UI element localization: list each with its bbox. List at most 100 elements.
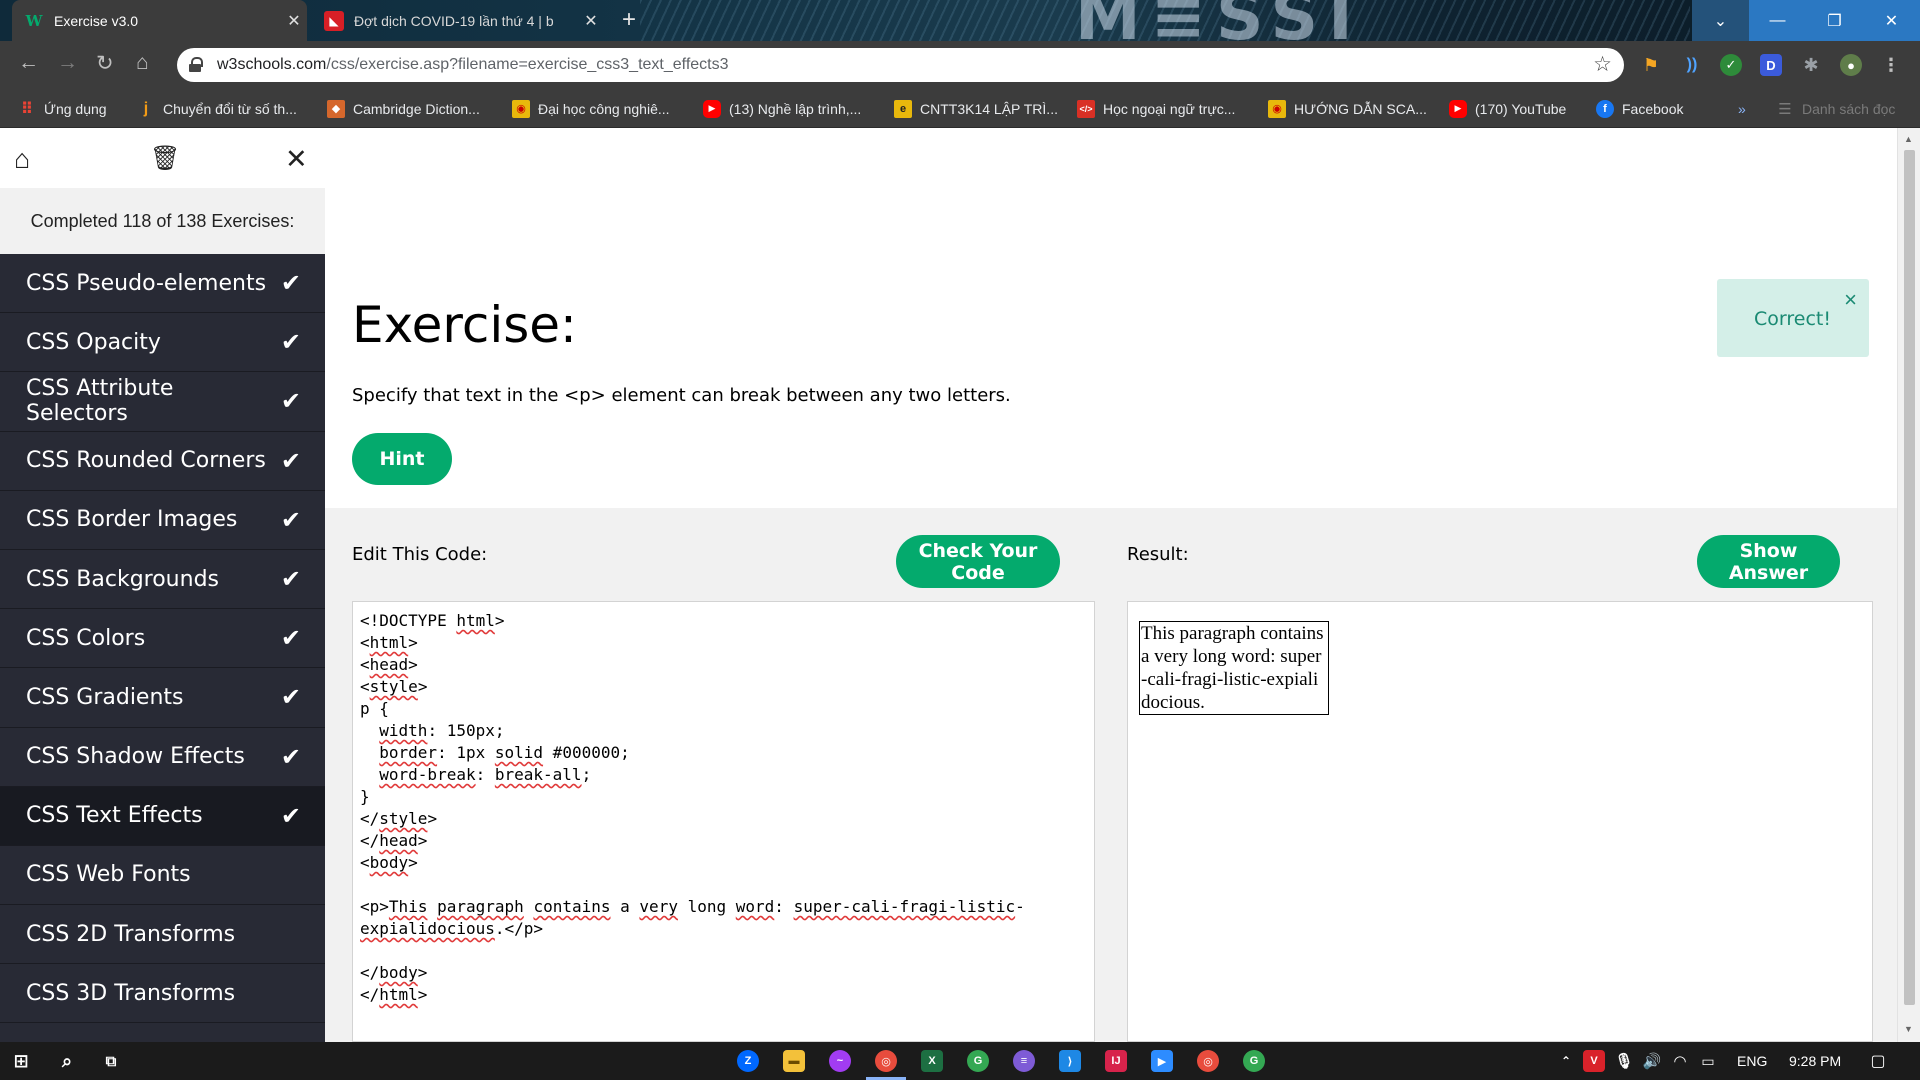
bookmark-item[interactable]: j Chuyển đổi từ số th... bbox=[137, 89, 297, 128]
scroll-down-arrow-icon[interactable]: ▼ bbox=[1904, 1024, 1913, 1034]
check-code-button[interactable]: Check Your Code bbox=[896, 535, 1060, 588]
checkmark-icon: ✔ bbox=[280, 801, 301, 830]
tab-exercise[interactable]: W Exercise v3.0 ✕ bbox=[12, 0, 307, 41]
messenger-icon[interactable]: ~ bbox=[829, 1050, 851, 1072]
menu-label: CSS Rounded Corners bbox=[26, 448, 266, 474]
new-tab-button[interactable]: + bbox=[622, 6, 636, 34]
vscode-icon[interactable]: ⟩ bbox=[1059, 1050, 1081, 1072]
zoom-icon[interactable]: ▶ bbox=[1151, 1050, 1173, 1072]
bookmark-item[interactable]: e CNTT3K14 LẬP TRÌ... bbox=[894, 89, 1058, 128]
code-line: </style> bbox=[360, 808, 1087, 830]
search-icon[interactable]: ⌕ bbox=[56, 1050, 78, 1072]
volume-icon[interactable]: 🔊 bbox=[1641, 1050, 1663, 1072]
tab-search-icon[interactable]: ⌄ bbox=[1692, 0, 1749, 41]
grammarly-icon[interactable]: G bbox=[967, 1050, 989, 1072]
sidebar-item-text-effects[interactable]: CSS Text Effects ✔ bbox=[0, 786, 325, 846]
excel-icon[interactable]: X bbox=[921, 1050, 943, 1072]
tab-covid[interactable]: ◣ Đợt dịch COVID-19 lần thứ 4 | b ✕ bbox=[312, 0, 604, 41]
tray-chevron-icon[interactable]: ⌃ bbox=[1555, 1050, 1577, 1072]
back-arrow-icon[interactable]: ← bbox=[18, 51, 39, 75]
reading-list-icon: ☰ bbox=[1778, 100, 1792, 118]
hint-button[interactable]: Hint bbox=[352, 433, 452, 485]
sidebar-item-border-images[interactable]: CSS Border Images ✔ bbox=[0, 491, 325, 550]
code-line-answer: word-break: break-all; bbox=[360, 764, 1087, 786]
bookmark-label: (13) Nghề lập trình,... bbox=[729, 100, 862, 117]
sidebar-item-opacity[interactable]: CSS Opacity ✔ bbox=[0, 313, 325, 373]
reading-list-button[interactable]: ☰ Danh sách đọc bbox=[1776, 89, 1895, 128]
correct-toast: Correct! × bbox=[1717, 279, 1869, 357]
language-indicator[interactable]: ENG bbox=[1737, 1053, 1767, 1069]
sidebar-item-web-fonts[interactable]: CSS Web Fonts bbox=[0, 846, 325, 906]
close-icon[interactable]: ✕ bbox=[281, 11, 307, 31]
chrome-icon[interactable]: ◎ bbox=[875, 1050, 897, 1072]
sidebar-item-2d-transforms[interactable]: CSS 2D Transforms bbox=[0, 905, 325, 965]
code-editor[interactable]: <!DOCTYPE html> <html> <head> <style> p … bbox=[352, 601, 1095, 1042]
scroll-up-arrow-icon[interactable]: ▲ bbox=[1904, 134, 1913, 144]
sidebar-item-rounded-corners[interactable]: CSS Rounded Corners ✔ bbox=[0, 432, 325, 491]
close-window-button[interactable]: ✕ bbox=[1863, 0, 1920, 41]
grammarly-icon[interactable]: G bbox=[1243, 1050, 1265, 1072]
extension-grammarly-icon[interactable]: ✓ bbox=[1720, 54, 1742, 76]
zalo-icon[interactable]: Z bbox=[737, 1050, 759, 1072]
battery-icon[interactable]: ▭ bbox=[1697, 1050, 1719, 1072]
menu-label: CSS Opacity bbox=[26, 329, 161, 355]
sidebar-item-shadow-effects[interactable]: CSS Shadow Effects ✔ bbox=[0, 728, 325, 787]
sidebar-item-3d-transforms[interactable]: CSS 3D Transforms bbox=[0, 964, 325, 1024]
bookmark-star-icon[interactable]: ☆ bbox=[1593, 52, 1612, 77]
close-icon[interactable]: ✕ bbox=[285, 144, 308, 175]
wifi-icon[interactable]: ◠ bbox=[1669, 1050, 1691, 1072]
bookmark-item[interactable]: ▶ (13) Nghề lập trình,... bbox=[703, 89, 861, 128]
bookmark-item[interactable]: f Facebook bbox=[1596, 89, 1683, 128]
profile-avatar[interactable]: ● bbox=[1840, 54, 1862, 76]
scroll-thumb[interactable] bbox=[1904, 150, 1915, 1005]
extension-d-icon[interactable]: D bbox=[1760, 54, 1782, 76]
code-line: width: 150px; bbox=[360, 720, 1087, 742]
menu-dots-icon[interactable]: ⋮ bbox=[1880, 54, 1902, 76]
code-line: </body> bbox=[360, 962, 1087, 984]
extension-audio-icon[interactable]: )) bbox=[1681, 54, 1703, 76]
bookmark-item[interactable]: </> Học ngoại ngữ trực... bbox=[1077, 89, 1235, 128]
page-scrollbar[interactable]: ▲ ▼ bbox=[1897, 128, 1920, 1042]
chrome-icon[interactable]: ◎ bbox=[1197, 1050, 1219, 1072]
minimize-button[interactable]: — bbox=[1749, 0, 1806, 41]
reload-icon[interactable]: ↻ bbox=[96, 51, 114, 76]
show-answer-button[interactable]: Show Answer bbox=[1697, 535, 1840, 588]
home-icon[interactable]: ⌂ bbox=[14, 144, 30, 175]
file-explorer-icon[interactable]: ▬ bbox=[783, 1050, 805, 1072]
sidebar-item-backgrounds[interactable]: CSS Backgrounds ✔ bbox=[0, 550, 325, 610]
bookmark-label: Cambridge Diction... bbox=[353, 100, 480, 117]
code-text: </html> bbox=[360, 985, 428, 1004]
home-icon[interactable]: ⌂ bbox=[136, 51, 149, 75]
task-view-icon[interactable]: ⧉ bbox=[100, 1050, 122, 1072]
exercise-workspace: Edit This Code: Check Your Code Result: … bbox=[325, 508, 1897, 1042]
code-text: <body> bbox=[360, 853, 418, 872]
sidebar-item-pseudo-elements[interactable]: CSS Pseudo-elements ✔ bbox=[0, 254, 325, 314]
bookmark-apps[interactable]: ⠿ Ứng dụng bbox=[18, 89, 107, 128]
bookmarks-more-button[interactable]: » bbox=[1738, 89, 1746, 128]
windows-start-icon[interactable]: ⊞ bbox=[10, 1050, 32, 1072]
address-bar[interactable]: w3schools.com/css/exercise.asp?filename=… bbox=[177, 48, 1624, 82]
intellij-icon[interactable]: IJ bbox=[1105, 1050, 1127, 1072]
forward-arrow-icon[interactable]: → bbox=[57, 51, 78, 75]
sidebar-item-gradients[interactable]: CSS Gradients ✔ bbox=[0, 668, 325, 728]
clock[interactable]: 9:28 PM bbox=[1789, 1053, 1841, 1069]
vivaldi-icon[interactable]: V bbox=[1583, 1050, 1605, 1072]
menu-label: CSS Pseudo-elements bbox=[26, 270, 267, 296]
bookmark-item[interactable]: ▶ (170) YouTube bbox=[1449, 89, 1566, 128]
notification-icon[interactable]: ▢ bbox=[1867, 1050, 1889, 1072]
extensions-puzzle-icon[interactable]: ✱ bbox=[1800, 54, 1822, 76]
restore-button[interactable]: ❐ bbox=[1806, 0, 1863, 41]
close-icon[interactable]: ✕ bbox=[578, 11, 604, 31]
app-icon[interactable]: ≡ bbox=[1013, 1050, 1035, 1072]
extension-flag-icon[interactable]: ⚑ bbox=[1640, 54, 1662, 76]
bookmark-item[interactable]: ◆ Cambridge Diction... bbox=[327, 89, 480, 128]
trash-icon[interactable]: 🗑 bbox=[150, 144, 180, 173]
sidebar-item-attribute-selectors[interactable]: CSS Attribute Selectors ✔ bbox=[0, 372, 325, 432]
exercise-sidebar: ⌂ 🗑 ✕ Completed 118 of 138 Exercises: CS… bbox=[0, 128, 325, 1042]
close-icon[interactable]: × bbox=[1844, 287, 1857, 313]
youtube-icon: ▶ bbox=[703, 99, 721, 118]
bookmark-item[interactable]: ◉ HƯỚNG DẪN SCA... bbox=[1268, 89, 1427, 128]
sidebar-item-colors[interactable]: CSS Colors ✔ bbox=[0, 609, 325, 669]
bookmark-item[interactable]: ◉ Đại học công nghiê... bbox=[512, 89, 670, 128]
microphone-icon[interactable]: 🎙 bbox=[1613, 1050, 1635, 1072]
